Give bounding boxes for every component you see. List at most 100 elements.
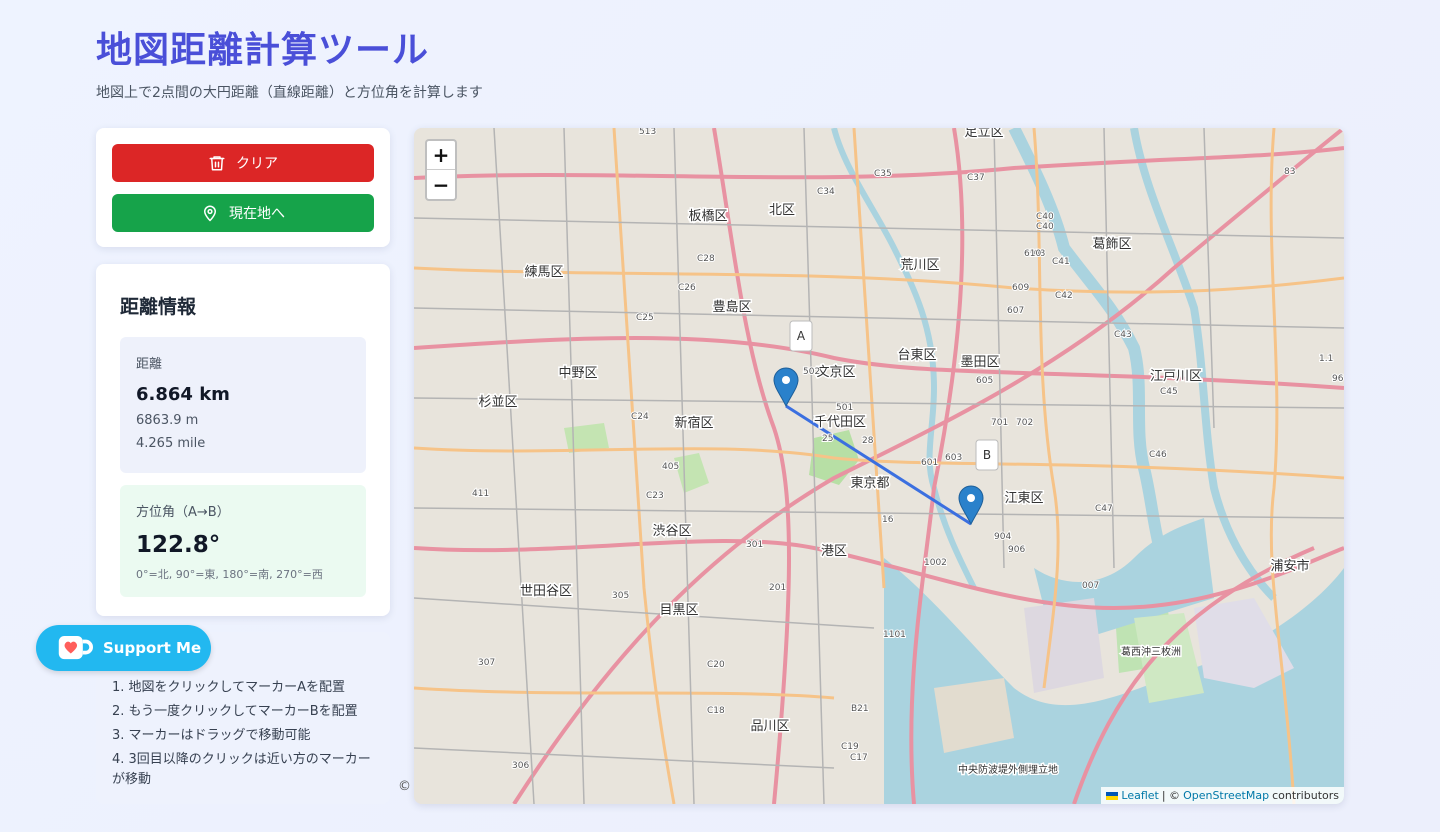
road-label: C25: [636, 313, 654, 323]
marker-a-label: A: [797, 329, 806, 343]
osm-link[interactable]: OpenStreetMap: [1183, 789, 1269, 802]
district-label: 中央防波堤外側埋立地: [958, 763, 1058, 776]
road-label: 1002: [924, 558, 947, 568]
help-step: 3. マーカーはドラッグで移動可能: [112, 728, 311, 743]
page-title: 地図距離計算ツール: [96, 30, 430, 71]
road-label: 306: [512, 761, 529, 771]
road-label: 906: [1008, 545, 1025, 555]
zoom-in-button[interactable]: +: [427, 141, 455, 170]
district-label: 千代田区: [814, 415, 866, 430]
clear-button[interactable]: クリア: [112, 144, 374, 182]
district-label: 渋谷区: [652, 524, 691, 539]
road-label: C41: [1052, 257, 1070, 267]
road-label: C20: [707, 660, 725, 670]
road-label: 601: [921, 458, 938, 468]
road-label: 83: [1284, 167, 1295, 177]
district-label: 江東区: [1004, 490, 1043, 506]
road-label: C47: [1095, 504, 1113, 514]
road-label: C24: [631, 412, 649, 422]
road-label: 16: [882, 515, 894, 525]
district-label: 台東区: [897, 347, 936, 363]
road-label: 609: [1012, 283, 1029, 293]
road-label: C43: [1114, 330, 1132, 340]
distance-label: 距離: [136, 357, 163, 372]
road-label: C17: [850, 753, 868, 763]
road-label: C34: [817, 187, 835, 197]
ukraine-flag-icon: [1106, 791, 1119, 800]
marker-b-label: B: [983, 448, 991, 462]
road-label: 610: [1024, 249, 1041, 259]
road-label: 701: [991, 418, 1008, 428]
district-label: 目黒区: [659, 603, 698, 618]
bearing-box: 方位角（A→B） 122.8° 0°=北, 90°=東, 180°=南, 270…: [120, 485, 366, 597]
road-label: C46: [1149, 450, 1167, 460]
controls-card: クリア 現在地へ: [96, 128, 390, 247]
header: 地図距離計算ツール 地図上で2点間の大円距離（直線距離）と方位角を計算します: [96, 28, 483, 102]
help-list: 1. 地図をクリックしてマーカーAを配置 2. もう一度クリックしてマーカーBを…: [112, 678, 376, 790]
road-label: 1.1: [1319, 354, 1333, 364]
map[interactable]: A B 足立区 北区 板橋区 荒川区 葛飾区 練馬区 豊島区 文京区 台東区 墨田区 中野区 江戸川区…: [414, 128, 1344, 804]
district-label: 文京区: [816, 365, 855, 380]
distance-km: 6.864 km: [136, 384, 230, 405]
bearing-note: 0°=北, 90°=東, 180°=南, 270°=西: [136, 568, 323, 581]
road-label: 607: [1007, 306, 1024, 316]
leaflet-link[interactable]: Leaflet: [1121, 789, 1158, 802]
zoom-control: + −: [425, 139, 457, 201]
road-label: C19: [841, 742, 859, 752]
district-label: 杉並区: [478, 395, 517, 410]
clear-button-label: クリア: [236, 156, 278, 172]
road-label: C37: [967, 173, 985, 183]
map-pin-icon: [204, 205, 216, 222]
attribution-suffix: contributors: [1272, 789, 1339, 802]
district-label: 新宿区: [674, 415, 713, 431]
district-label: 豊島区: [712, 300, 751, 315]
bearing-value: 122.8°: [136, 532, 221, 558]
support-me-button[interactable]: Support Me: [36, 625, 211, 671]
road-label: 96: [1332, 374, 1344, 384]
road-label: 603: [945, 453, 962, 463]
support-me-label: Support Me: [103, 639, 202, 657]
locate-button-label: 現在地へ: [229, 206, 285, 222]
road-label: C35: [874, 169, 892, 179]
road-label: 904: [994, 532, 1011, 542]
road-label: 007: [1082, 581, 1099, 591]
district-label: 練馬区: [524, 265, 563, 280]
bearing-label: 方位角（A→B）: [136, 505, 230, 520]
road-label: 411: [472, 489, 489, 499]
coffee-cup-icon: [58, 635, 93, 660]
road-label: C28: [697, 254, 715, 264]
road-label: C40: [1036, 222, 1054, 232]
trash-icon: [209, 156, 225, 171]
road-label: 28: [862, 436, 874, 446]
info-title: 距離情報: [120, 296, 197, 318]
map-attribution: Leaflet | © OpenStreetMap contributors: [1101, 787, 1344, 804]
page-subtitle: 地図上で2点間の大円距離（直線距離）と方位角を計算します: [96, 85, 483, 101]
help-step: 2. もう一度クリックしてマーカーBを配置: [112, 704, 358, 719]
district-label: 墨田区: [960, 355, 999, 370]
district-label: 港区: [821, 544, 847, 559]
road-label: 702: [1016, 418, 1033, 428]
zoom-out-button[interactable]: −: [427, 170, 455, 199]
road-label: C40: [1036, 212, 1054, 222]
district-label: 葛西沖三枚洲: [1121, 645, 1181, 658]
road-label: 307: [478, 658, 495, 668]
road-label: 405: [662, 462, 679, 472]
road-label: 301: [746, 540, 763, 550]
district-label: 中野区: [558, 366, 597, 381]
distance-mile: 4.265 mile: [136, 436, 206, 451]
distance-info-card: 距離情報 距離 6.864 km 6863.9 m 4.265 mile 方位角…: [96, 264, 390, 616]
district-label: 葛飾区: [1092, 237, 1131, 252]
district-label: 板橋区: [688, 209, 727, 224]
road-label: 25: [822, 434, 833, 444]
district-label: 足立区: [964, 128, 1003, 140]
copyright-mark: ©: [398, 779, 411, 794]
road-label: C26: [678, 283, 696, 293]
district-label: 東京都: [850, 475, 889, 491]
locate-button[interactable]: 現在地へ: [112, 194, 374, 232]
map-tiles[interactable]: A B 足立区北区 板橋区荒川区 葛飾区練馬区豊島区文京区 台東区 墨田区中野区 江戸川区…: [414, 128, 1344, 804]
road-label: 605: [976, 376, 993, 386]
road-label: C45: [1160, 387, 1178, 397]
district-label: 北区: [769, 203, 795, 218]
road-label: C18: [707, 706, 725, 716]
help-step: 4. 3回目以降のクリックは近い方のマーカーが移動: [112, 752, 371, 787]
